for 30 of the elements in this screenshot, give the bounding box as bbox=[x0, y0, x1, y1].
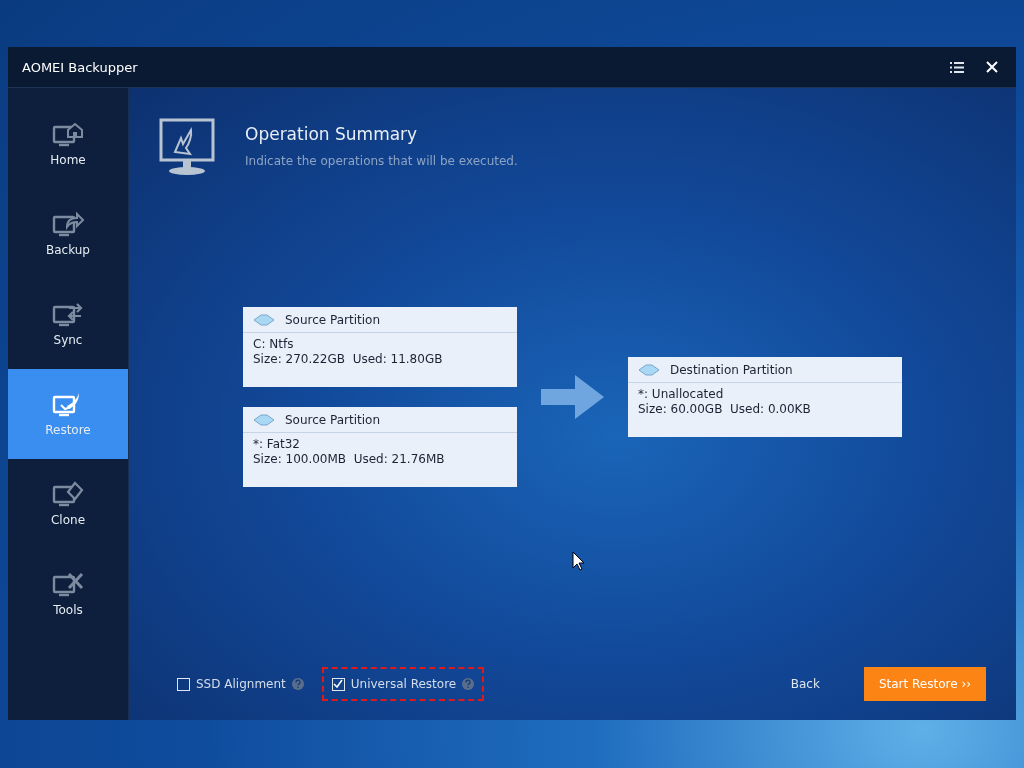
card-title: Destination Partition bbox=[670, 362, 793, 377]
partition-name: *: Unallocated bbox=[638, 387, 725, 401]
tools-monitor-icon bbox=[51, 571, 85, 597]
sidebar-item[interactable]: Sync bbox=[8, 279, 128, 369]
sync-monitor-icon bbox=[51, 301, 85, 327]
card-title: Source Partition bbox=[285, 312, 381, 327]
back-button[interactable]: Back bbox=[784, 676, 826, 692]
clone-monitor-icon bbox=[51, 481, 85, 507]
partition-size: Size: 270.22GB Used: 11.80GB bbox=[253, 352, 444, 366]
option-label: Universal Restore bbox=[350, 677, 457, 691]
option-label: SSD Alignment bbox=[196, 677, 286, 691]
sidebar-item[interactable]: Clone bbox=[8, 459, 128, 549]
partition-size: Size: 60.00GB Used: 0.00KB bbox=[638, 402, 812, 416]
home-monitor-icon bbox=[51, 121, 85, 147]
partition-name: C: Ntfs bbox=[253, 337, 295, 351]
sidebar-item[interactable]: Tools bbox=[8, 549, 128, 639]
sidebar-item[interactable]: Home bbox=[8, 99, 128, 189]
backup-monitor-icon bbox=[51, 211, 85, 237]
arrow-icon bbox=[541, 375, 604, 419]
monitor-icon bbox=[159, 118, 215, 176]
partition-name: *: Fat32 bbox=[253, 437, 301, 451]
window-title: AOMEI Backupper bbox=[22, 59, 139, 75]
cursor-icon bbox=[572, 551, 585, 571]
sidebar-item[interactable]: Backup bbox=[8, 189, 128, 279]
page-subtitle: Indicate the operations that will be executed. bbox=[245, 154, 518, 168]
card-title: Source Partition bbox=[285, 412, 381, 427]
page-title: Operation Summary bbox=[245, 124, 419, 144]
checkbox[interactable] bbox=[177, 677, 190, 691]
partition-size: Size: 100.00MB Used: 21.76MB bbox=[253, 452, 446, 466]
checkbox[interactable] bbox=[331, 677, 345, 691]
